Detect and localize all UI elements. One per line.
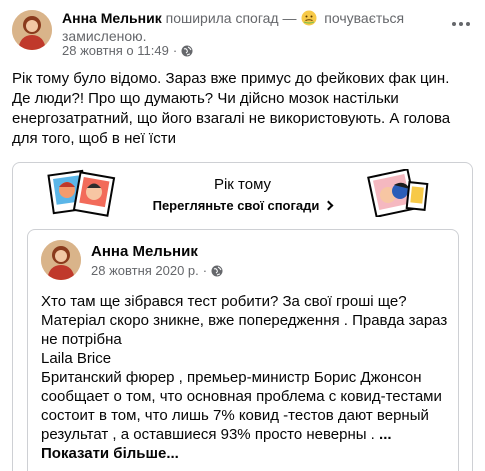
memory-card: Рік тому Перегляньте свої спогади Анна М… <box>12 162 473 471</box>
sick-face-emoji-icon <box>301 10 317 26</box>
shared-text-line: Британский фюрер , премьер-министр Борис… <box>41 368 451 463</box>
post-timestamp[interactable]: 28 жовтня о 11:49 <box>62 43 169 58</box>
shared-author-avatar[interactable] <box>41 240 81 280</box>
globe-icon <box>181 45 193 57</box>
view-memories-label: Перегляньте свої спогади <box>152 198 320 213</box>
meta-separator: · <box>172 43 178 58</box>
memory-banner: Рік тому Перегляньте свої спогади <box>13 163 472 221</box>
memory-illustration-right-icon <box>364 168 434 218</box>
shared-post-body: Хто там ще зібрався тест робити? За свої… <box>41 292 451 463</box>
more-options-icon[interactable] <box>449 14 473 34</box>
meta-separator: · <box>202 263 208 278</box>
share-action-text: поширила спогад — <box>165 10 297 26</box>
author-name[interactable]: Анна Мельник <box>62 10 162 26</box>
shared-memory-post[interactable]: Анна Мельник 28 жовтня 2020 р. · Хто там… <box>27 229 459 471</box>
globe-icon <box>211 265 223 277</box>
shared-post-meta: 28 жовтня 2020 р. · <box>91 263 223 278</box>
shared-author-name[interactable]: Анна Мельник <box>91 243 198 260</box>
post-body: Рік тому було відомо. Зараз вже примус д… <box>12 70 451 147</box>
shared-text-line: Laila Brice <box>41 350 112 367</box>
shared-post-timestamp[interactable]: 28 жовтня 2020 р. <box>91 263 199 278</box>
shared-text-line: Хто там ще зібрався тест робити? За свої… <box>41 293 448 348</box>
post-meta: 28 жовтня о 11:49 · <box>62 43 193 58</box>
author-avatar[interactable] <box>12 10 52 50</box>
chevron-right-icon <box>323 200 334 211</box>
header-line: Анна Мельник поширила спогад — почуваєть… <box>62 9 433 45</box>
